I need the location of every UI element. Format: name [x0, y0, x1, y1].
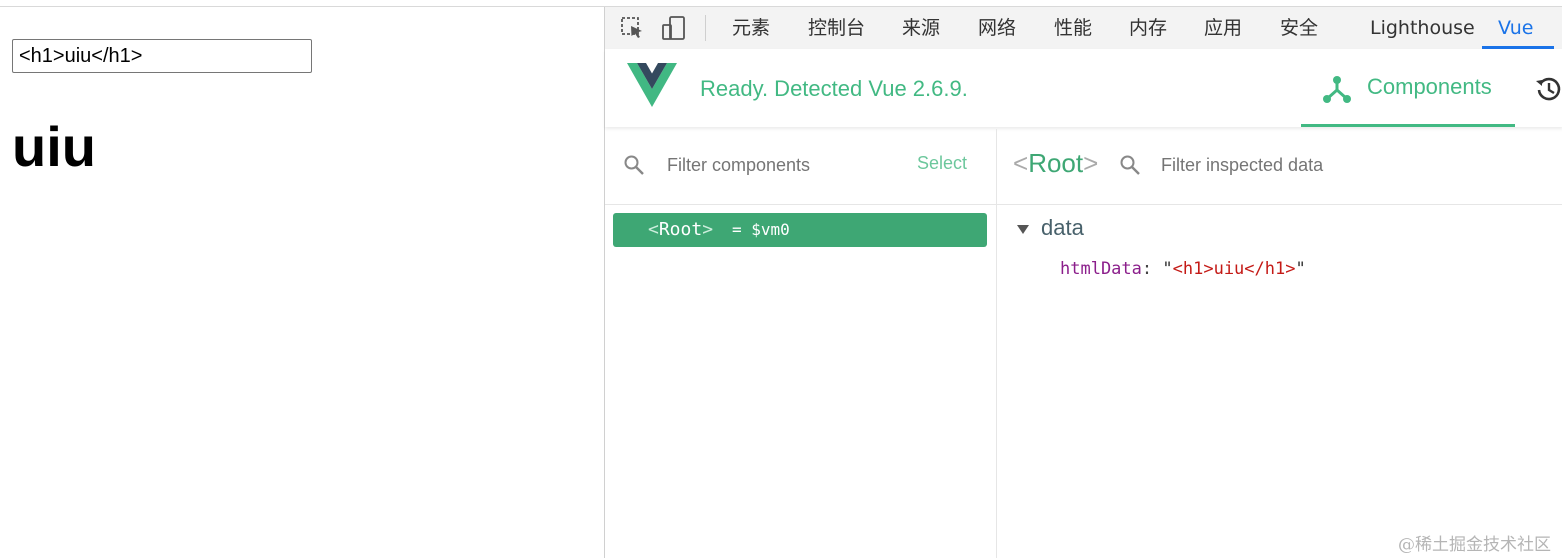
devtools-panel: 元素 控制台 来源 网络 性能 内存 应用 安全 Lighthouse Vue … — [604, 7, 1562, 558]
prop-colon: : — [1141, 259, 1153, 279]
device-toggle-icon[interactable] — [661, 15, 687, 41]
vue-status: Ready. Detected Vue 2.6.9. — [700, 76, 968, 101]
component-tree-pane: Select <Root> = $vm0 — [605, 129, 997, 558]
collapse-arrow-icon[interactable] — [1017, 225, 1029, 234]
inspector-pane: <Root> data htmlData: "<h1>uiu</h1>" — [997, 129, 1562, 558]
data-section-label: data — [1041, 215, 1084, 240]
prop-value: <h1>uiu</h1> — [1172, 259, 1296, 279]
tab-separator — [705, 15, 706, 41]
top-border — [0, 0, 1562, 7]
prop-key: htmlData — [1060, 259, 1142, 279]
tab-memory[interactable]: 内存 — [1129, 7, 1167, 49]
components-tab-label: Components — [1367, 74, 1492, 99]
tab-components[interactable]: Components — [1301, 49, 1515, 127]
tab-sources[interactable]: 来源 — [902, 7, 940, 49]
inspector-title: <Root> — [1013, 148, 1099, 178]
watermark: @稀土掘金技术社区 — [1398, 535, 1551, 555]
tree-item-root-tag: <Root> — [648, 219, 714, 240]
select-button[interactable]: Select — [917, 153, 967, 174]
filter-components-input[interactable] — [665, 151, 899, 179]
inspect-element-icon[interactable] — [619, 15, 645, 41]
search-icon — [1120, 155, 1140, 175]
tab-application[interactable]: 应用 — [1204, 7, 1242, 49]
tree-item-root-vm: = $vm0 — [732, 220, 790, 239]
tab-lighthouse[interactable]: Lighthouse — [1370, 7, 1475, 49]
component-filter-bar: Select — [605, 129, 996, 205]
page-preview: uiu — [0, 7, 604, 558]
tab-elements[interactable]: 元素 — [732, 7, 770, 49]
vue-devtools-header: Ready. Detected Vue 2.6.9. Components — [605, 49, 1562, 127]
data-prop-row[interactable]: htmlData: "<h1>uiu</h1>" — [1060, 259, 1306, 279]
vue-logo — [627, 63, 677, 107]
tab-security[interactable]: 安全 — [1280, 7, 1318, 49]
devtools-tab-bar: 元素 控制台 来源 网络 性能 内存 应用 安全 Lighthouse Vue — [605, 7, 1562, 50]
filter-inspected-input[interactable] — [1159, 151, 1463, 179]
tab-performance[interactable]: 性能 — [1054, 7, 1092, 49]
history-icon[interactable] — [1535, 75, 1562, 103]
tab-vue[interactable]: Vue — [1498, 7, 1533, 49]
tab-network[interactable]: 网络 — [978, 7, 1016, 49]
search-icon — [624, 155, 644, 175]
inspector-header: <Root> — [997, 129, 1562, 205]
tab-console[interactable]: 控制台 — [808, 7, 865, 49]
html-input[interactable] — [12, 39, 312, 73]
rendered-heading: uiu — [12, 115, 96, 178]
tree-item-root[interactable]: <Root> = $vm0 — [613, 213, 987, 247]
components-icon — [1323, 76, 1351, 103]
